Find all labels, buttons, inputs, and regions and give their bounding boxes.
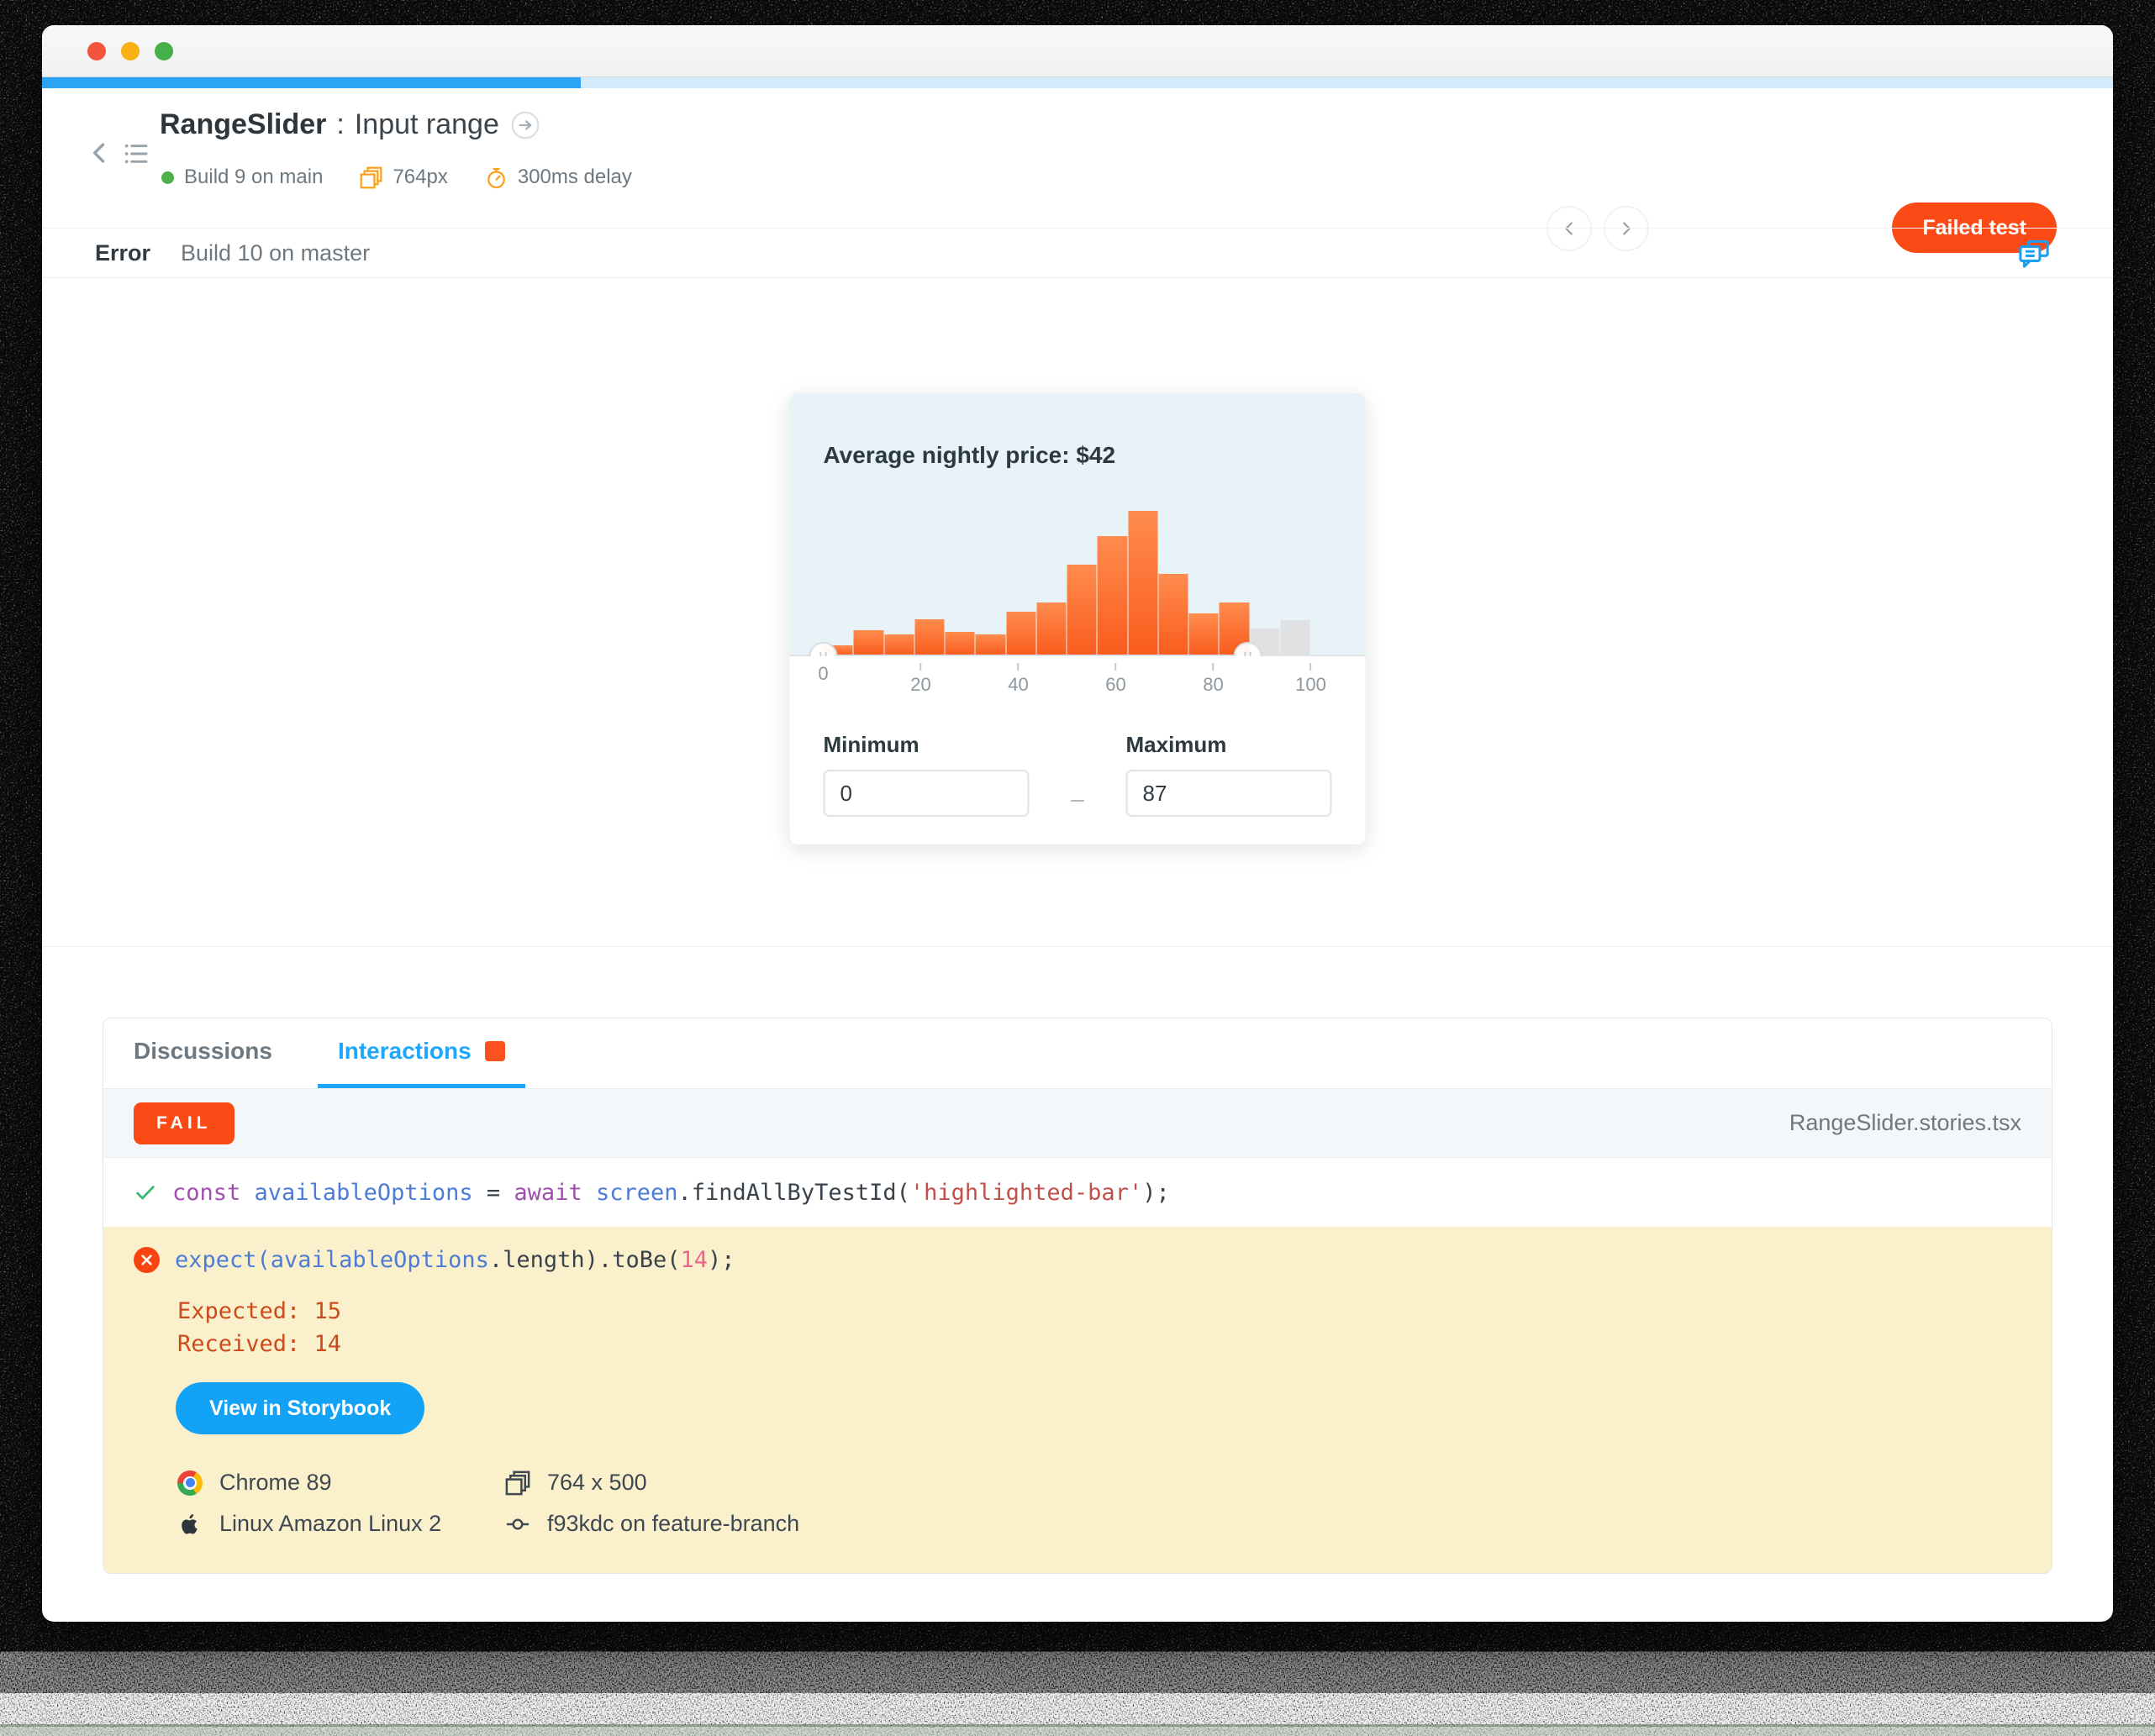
- browser-label: Chrome 89: [219, 1470, 332, 1495]
- apple-icon: [176, 1512, 204, 1536]
- check-icon: [134, 1181, 157, 1204]
- chevron-left-icon: [92, 143, 105, 163]
- tab-interactions[interactable]: Interactions: [317, 1018, 525, 1088]
- assertion-code: expect(availableOptions.length).toBe(14)…: [175, 1247, 735, 1273]
- highlighted-bar: [1067, 565, 1097, 655]
- minimum-field: Minimum: [823, 732, 1030, 817]
- chart-title: Average nightly price: $42: [823, 442, 1116, 468]
- error-bar: Error Build 10 on master: [42, 228, 2113, 278]
- error-label: Error: [95, 239, 151, 266]
- maximum-field: Maximum: [1125, 732, 1332, 817]
- x-axis: 0 20 40 60 80 100: [789, 656, 1366, 717]
- maximum-label: Maximum: [1125, 732, 1227, 757]
- highlighted-bar: [884, 634, 914, 655]
- range-inputs: Minimum – Maximum: [789, 717, 1366, 817]
- range-separator: –: [1071, 786, 1084, 812]
- tab-interactions-label: Interactions: [337, 1038, 472, 1064]
- interactions-fail-badge-icon: [484, 1041, 505, 1061]
- expected-value: Expected: 15: [177, 1298, 342, 1324]
- highlighted-bar: [1128, 511, 1158, 655]
- story-title: RangeSlider : Input range: [160, 108, 540, 141]
- story-variant-name: Input range: [354, 108, 499, 140]
- title-separator: :: [336, 108, 345, 140]
- viewport-icon: [503, 1470, 532, 1496]
- x-axis-tick: 20: [910, 663, 931, 696]
- highlighted-bar: [1188, 613, 1219, 655]
- story-file-name: RangeSlider.stories.tsx: [1789, 1110, 2021, 1135]
- highlighted-bar: [945, 632, 975, 655]
- delay-meta: 300ms delay: [485, 166, 632, 189]
- viewport-meta: 764px: [360, 166, 448, 189]
- muted-bar: [1280, 620, 1310, 655]
- x-axis-tick: 80: [1203, 663, 1224, 696]
- view-in-storybook-button[interactable]: View in Storybook: [176, 1382, 425, 1434]
- os-label: Linux Amazon Linux 2: [219, 1511, 442, 1536]
- passed-step-row: const availableOptions = await screen.fi…: [103, 1158, 2052, 1227]
- commit-icon: [503, 1512, 532, 1537]
- story-header: RangeSlider : Input range Build 9 on mai…: [42, 88, 2113, 253]
- build-passed-dot-icon: [161, 171, 174, 184]
- failed-assertion-row: expect(availableOptions.length).toBe(14)…: [134, 1247, 2021, 1273]
- os-info: Linux Amazon Linux 2: [176, 1511, 503, 1537]
- browser-info: Chrome 89: [176, 1470, 503, 1496]
- test-panel: Discussions Interactions FAIL RangeSlide…: [103, 1018, 2052, 1574]
- close-window-button[interactable]: [87, 41, 106, 60]
- highlighted-bar: [853, 630, 883, 655]
- histogram-section: Average nightly price: $42: [789, 393, 1366, 671]
- fail-status-badge: FAIL: [134, 1102, 234, 1144]
- viewport-size-label: 764 x 500: [547, 1470, 647, 1495]
- error-x-icon: [134, 1247, 160, 1273]
- failed-step-block: expect(availableOptions.length).toBe(14)…: [103, 1227, 2052, 1573]
- back-button[interactable]: [86, 139, 114, 167]
- comments-button[interactable]: [2017, 237, 2051, 271]
- x-axis-tick: 40: [1008, 663, 1029, 696]
- highlighted-bar: [914, 619, 945, 655]
- code-line-1: const availableOptions = await screen.fi…: [172, 1179, 1170, 1206]
- minimum-label: Minimum: [823, 732, 919, 757]
- titlebar: [42, 25, 2113, 77]
- go-to-story-button[interactable]: [511, 111, 540, 139]
- story-list-button[interactable]: [123, 140, 150, 167]
- viewport-label: 764px: [393, 166, 448, 188]
- story-viewport: Average nightly price: $42 0 20 40 60 80 100 …: [42, 278, 2113, 947]
- range-slider-card: Average nightly price: $42 0 20 40 60 80 100 …: [789, 393, 1366, 844]
- environment-info: Chrome 89 764 x 500 Linux Amazon Linux 2…: [176, 1470, 2021, 1537]
- build-progress-fill: [42, 77, 581, 88]
- highlighted-bar: [1097, 536, 1127, 655]
- build-status: Build 9 on main: [161, 166, 323, 189]
- commit-info: f93kdc on feature-branch: [503, 1511, 2021, 1537]
- commit-label: f93kdc on feature-branch: [547, 1511, 800, 1536]
- app-window: RangeSlider : Input range Build 9 on mai…: [42, 25, 2113, 1622]
- x-axis-tick: 0: [818, 663, 829, 684]
- maximum-input[interactable]: [1125, 770, 1332, 817]
- story-meta: Build 9 on main 764px 300ms delay: [161, 166, 669, 189]
- minimize-window-button[interactable]: [121, 41, 140, 60]
- x-axis-tick: 60: [1105, 663, 1126, 696]
- x-axis-tick: 100: [1295, 663, 1326, 696]
- tab-discussions-label: Discussions: [134, 1038, 272, 1064]
- build-status-label: Build 9 on main: [184, 166, 324, 188]
- arrow-right-circle-icon: [511, 111, 540, 139]
- zoom-window-button[interactable]: [155, 41, 173, 60]
- build-progress-bar: [42, 77, 2113, 88]
- test-result-row: FAIL RangeSlider.stories.tsx: [103, 1089, 2052, 1158]
- stopwatch-icon: [485, 166, 508, 189]
- highlighted-bar: [1006, 612, 1036, 655]
- viewport-size-info: 764 x 500: [503, 1470, 2021, 1496]
- comments-icon: [2019, 239, 2049, 268]
- list-icon: [124, 144, 148, 164]
- viewport-icon: [360, 166, 382, 189]
- panel-tabs: Discussions Interactions: [103, 1018, 2052, 1089]
- delay-label: 300ms delay: [517, 166, 632, 188]
- chrome-icon: [176, 1470, 204, 1496]
- component-name: RangeSlider: [160, 108, 327, 140]
- minimum-input[interactable]: [823, 770, 1030, 817]
- tab-discussions[interactable]: Discussions: [113, 1018, 292, 1088]
- received-value: Received: 14: [177, 1331, 342, 1357]
- highlighted-bar: [1036, 602, 1067, 655]
- histogram-bars: [823, 504, 1311, 655]
- highlighted-bar: [1158, 574, 1188, 655]
- error-build-label: Build 10 on master: [181, 239, 371, 266]
- highlighted-bar: [975, 634, 1005, 655]
